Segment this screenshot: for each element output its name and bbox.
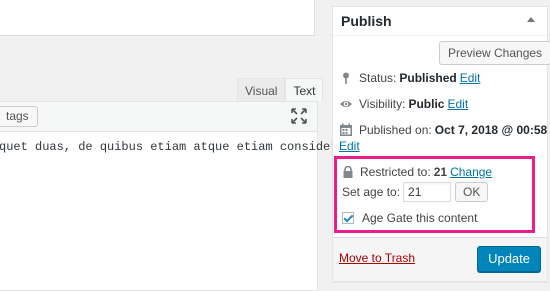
age-gate-panel: Restricted to: 21 Change Set age to: OK … [334,156,535,233]
age-input[interactable] [403,182,452,202]
quicktags-toolbar: tags [0,102,317,132]
restricted-row: Restricted to: 21 Change [342,165,492,179]
tab-text[interactable]: Text [285,78,324,102]
publish-title: Publish [341,13,392,29]
pin-icon [343,72,349,84]
visibility-edit-link[interactable]: Edit [447,97,468,111]
text-editor: tags quet duas, de quibus etiam atque et… [0,101,359,291]
restricted-value: 21 [433,165,448,179]
lock-icon [343,166,353,178]
editor-content[interactable]: quet duas, de quibus etiam atque etiam c… [0,140,359,154]
status-value: Published [399,71,457,85]
status-row: Status: Published Edit [339,71,480,85]
tab-visual[interactable]: Visual [237,78,286,102]
caret-up-icon[interactable] [527,17,535,22]
status-label: Status: [359,71,397,85]
set-age-label: Set age to: [342,185,401,199]
editor-tabs: Visual Text [237,78,324,102]
preview-changes-button[interactable]: Preview Changes [439,41,550,65]
published-edit-link[interactable]: Edit [339,139,360,153]
restricted-label: Restricted to: [360,165,431,179]
status-edit-link[interactable]: Edit [460,71,481,85]
visibility-value: Public [408,97,445,111]
visibility-row: Visibility: Public Edit [339,97,468,111]
publish-footer: Move to Trash Update [333,237,547,281]
visibility-label: Visibility: [359,97,406,111]
published-label: Published on: [359,123,432,137]
eye-icon [340,101,352,107]
update-button[interactable]: Update [477,246,541,272]
fullscreen-icon[interactable] [291,108,307,124]
calendar-icon [340,123,352,136]
ok-button[interactable]: OK [455,182,489,202]
published-value: Oct 7, 2018 @ 00:58 [434,123,548,137]
publish-header[interactable]: Publish [333,7,547,36]
publish-box: Publish Preview Changes Status: Publishe… [332,6,550,282]
age-gate-checkbox-label[interactable]: Age Gate this content [362,211,477,225]
post-title-input[interactable] [0,0,315,36]
quicktag-tags-button[interactable]: tags [0,106,38,127]
published-row: Published on: Oct 7, 2018 @ 00:58 [339,123,550,137]
change-age-link[interactable]: Change [450,165,492,179]
age-gate-checkbox[interactable] [342,212,354,224]
age-gate-checkbox-row: Age Gate this content [342,211,477,225]
set-age-row: Set age to: OK [342,182,489,202]
move-to-trash-link[interactable]: Move to Trash [339,251,415,265]
